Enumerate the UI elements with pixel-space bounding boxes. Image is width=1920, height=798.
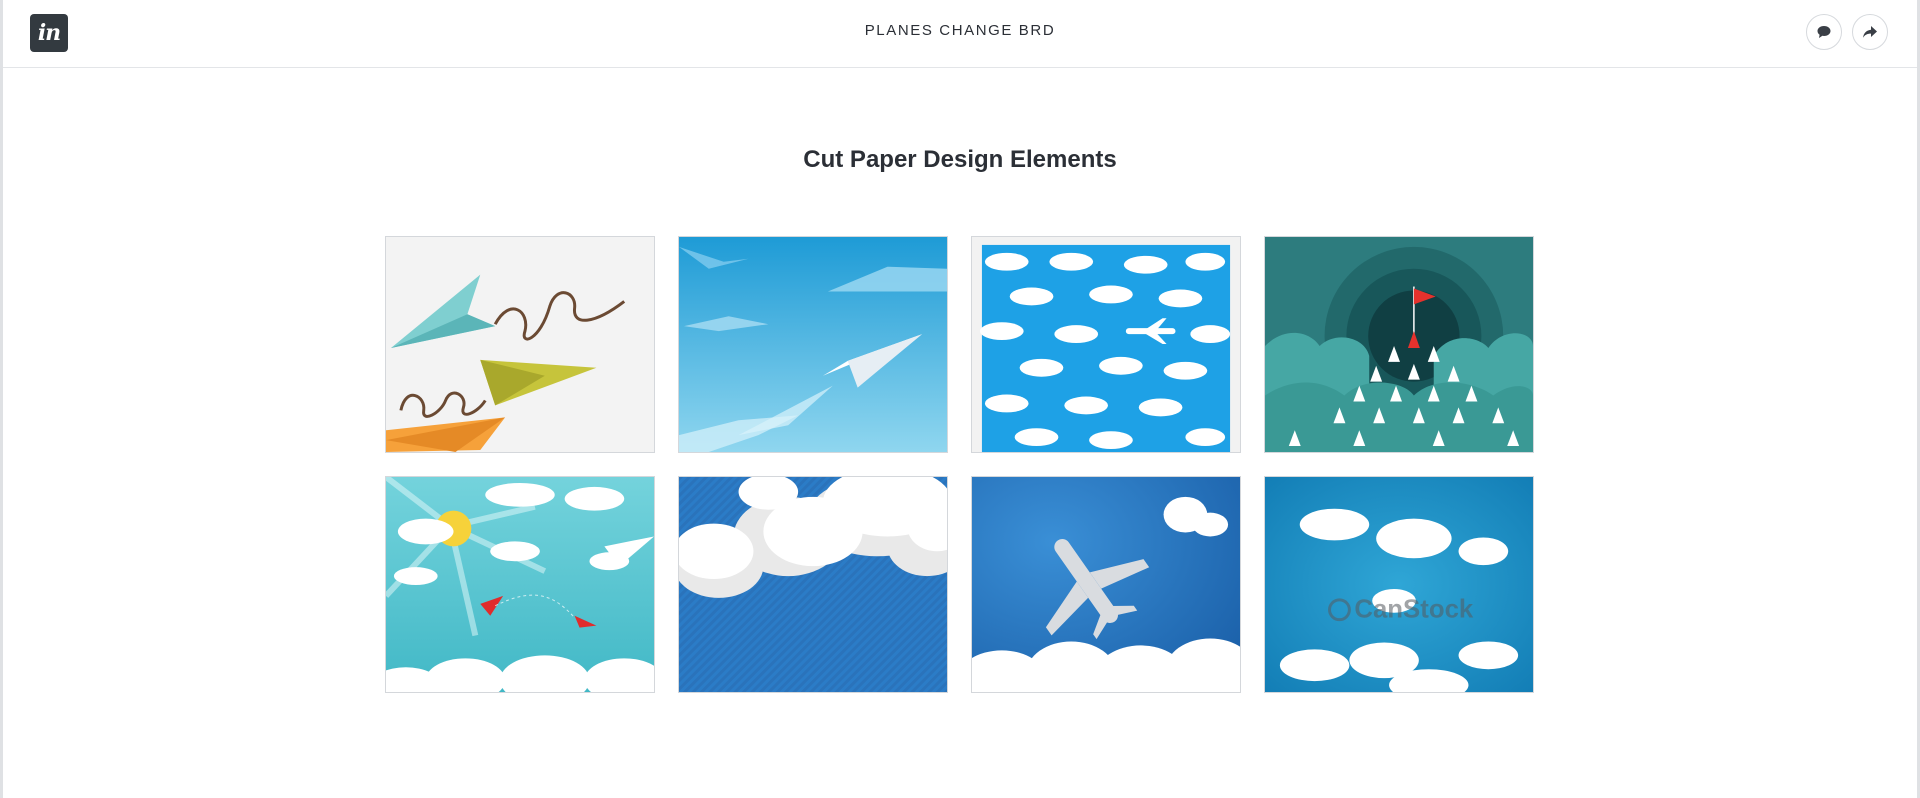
thumbnail-clouds-pattern-airplane[interactable] [971, 236, 1241, 453]
share-button[interactable] [1852, 14, 1888, 50]
thumbnail-paper-clouds-canstock[interactable]: CanStock [1264, 476, 1534, 693]
thumbnail-grid: CanStock [385, 236, 1535, 693]
thumbnail-airplane-blue-clouds[interactable] [971, 476, 1241, 693]
thumbnail-paper-plane-blue-sky[interactable] [678, 236, 948, 453]
comment-button[interactable] [1806, 14, 1842, 50]
speech-bubble-icon [1817, 26, 1831, 38]
project-title: PLANES CHANGE BRD [864, 22, 1056, 39]
thumbnail-sun-clouds-red-planes[interactable] [385, 476, 655, 693]
canstock-watermark: CanStock [1354, 596, 1474, 624]
thumbnail-paper-planes-colorful[interactable] [385, 236, 655, 453]
thumbnail-paper-clouds-striped-blue[interactable] [678, 476, 948, 693]
top-bar: in PLANES CHANGE BRD [3, 0, 1917, 68]
screen-title: Cut Paper Design Elements [803, 146, 1117, 173]
frame-left-border [0, 0, 3, 798]
thumbnail-paper-planes-teal-flag[interactable] [1264, 236, 1534, 453]
share-arrow-icon [1863, 26, 1877, 38]
